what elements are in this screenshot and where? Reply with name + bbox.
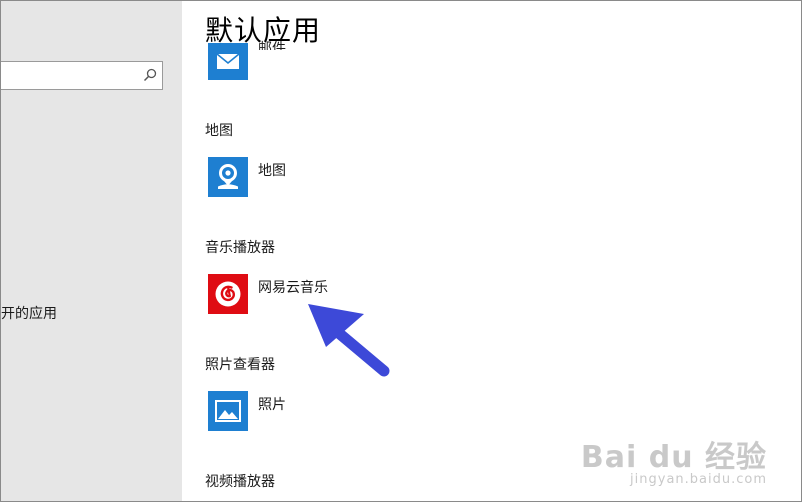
mail-app-entry[interactable]: 邮件 (208, 41, 286, 80)
sidebar: 开的应用 (1, 1, 182, 501)
photo-icon (215, 400, 241, 422)
sidebar-item-startup-apps[interactable]: 开的应用 (1, 303, 57, 323)
maps-app-name: 地图 (258, 163, 286, 179)
search-box[interactable] (1, 61, 163, 90)
map-pin-icon (218, 164, 238, 189)
maps-section-label: 地图 (205, 123, 233, 139)
video-section-label: 视频播放器 (205, 474, 275, 490)
music-app-tile (208, 274, 248, 314)
mail-app-name: 邮件 (258, 41, 286, 50)
watermark: Bai du 经验 jingyan.baidu.com (581, 432, 767, 487)
mail-icon (216, 53, 240, 69)
photos-app-name: 照片 (258, 397, 286, 413)
pointer-arrow (308, 304, 390, 377)
search-icon[interactable] (143, 68, 157, 82)
settings-window: 开的应用 默认应用 邮件 地图 地图 音乐播放器 网易云音乐 照片查看器 照片 … (0, 0, 802, 502)
maps-app-tile (208, 157, 248, 197)
photos-app-entry[interactable]: 照片 (208, 391, 286, 431)
music-app-name: 网易云音乐 (258, 280, 328, 296)
watermark-logo: Bai du 经验 (580, 440, 767, 475)
photos-app-tile (208, 391, 248, 431)
mail-app-tile (208, 43, 248, 80)
netease-music-icon (215, 281, 241, 307)
maps-app-entry[interactable]: 地图 (208, 157, 286, 197)
main-content: 默认应用 邮件 地图 地图 音乐播放器 网易云音乐 照片查看器 照片 视频播放器 (182, 1, 801, 501)
photos-section-label: 照片查看器 (205, 357, 275, 373)
music-section-label: 音乐播放器 (205, 240, 275, 256)
